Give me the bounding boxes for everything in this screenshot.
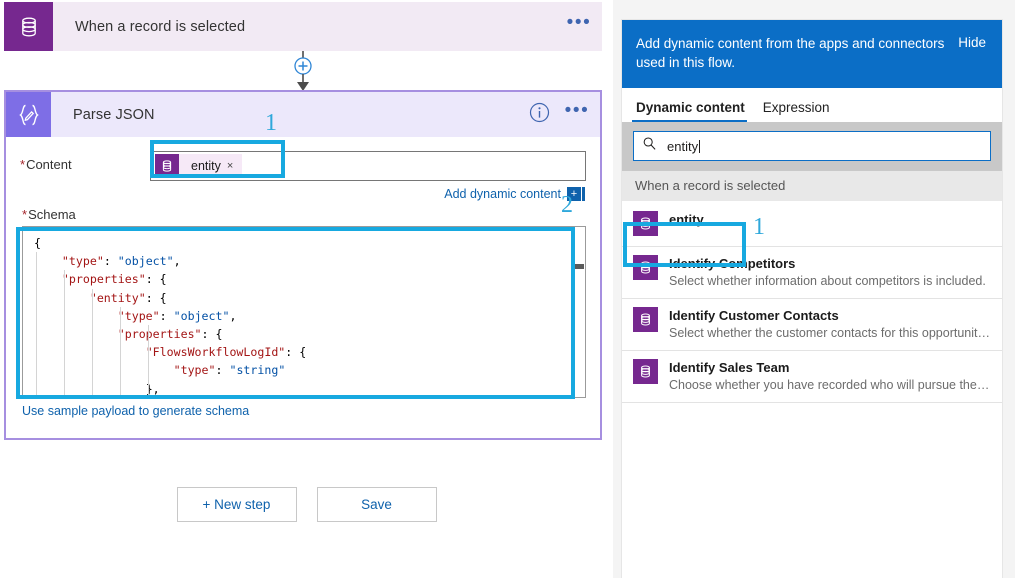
trigger-title: When a record is selected [75, 18, 246, 35]
search-input-value: entity [667, 138, 699, 154]
schema-line: "properties": { [61, 272, 167, 287]
content-field-row: *Content entity × [6, 137, 600, 181]
parse-json-menu-icon[interactable]: ••• [554, 101, 600, 123]
dynamic-content-item-description: Select whether the customer contacts for… [669, 326, 990, 340]
schema-line: "type": "object", [61, 254, 181, 269]
schema-code[interactable]: { "type": "object", "properties": { "ent… [23, 227, 585, 397]
schema-label-text: Schema [28, 207, 76, 222]
dynamic-content-item[interactable]: Identify Customer Contacts Select whether… [622, 299, 1002, 351]
dynamic-content-item-description: Select whether information about competi… [669, 274, 986, 288]
schema-editor-wrap: { "type": "object", "properties": { "ent… [22, 226, 586, 398]
new-step-button[interactable]: + New step [176, 487, 297, 522]
schema-line: "properties": { [117, 327, 223, 342]
dynamic-content-panel: Add dynamic content from the apps and co… [622, 20, 1002, 578]
parse-json-card-header[interactable]: Parse JSON ••• [6, 92, 600, 137]
add-step-connector[interactable] [285, 51, 321, 92]
search-box[interactable]: entity [633, 131, 991, 161]
trigger-card[interactable]: When a record is selected ••• [4, 2, 602, 51]
schema-line: "FlowsWorkflowLogId": { [145, 345, 307, 360]
indent-guide [36, 252, 37, 397]
schema-line: "type": "string" [173, 363, 286, 378]
hide-panel-link[interactable]: Hide [958, 34, 986, 50]
panel-header-text: Add dynamic content from the apps and co… [636, 36, 945, 70]
token-label: entity [191, 159, 221, 173]
schema-field-label: *Schema [6, 201, 600, 226]
required-marker: * [20, 157, 26, 172]
use-sample-payload-link[interactable]: Use sample payload to generate schema [6, 398, 249, 418]
dynamic-content-item-texts: Identify Sales Team Choose whether you ha… [669, 359, 990, 394]
required-marker: * [22, 207, 28, 222]
dynamic-content-item-title: Identify Competitors [669, 256, 796, 271]
dynamic-content-item-texts: Identify Competitors Select whether infor… [669, 255, 990, 290]
text-caret [699, 139, 701, 153]
schema-line: { [34, 236, 41, 250]
add-dynamic-content-plus-icon[interactable]: + [567, 187, 581, 201]
content-input[interactable]: entity × [150, 151, 586, 181]
plus-circle-icon[interactable] [285, 51, 321, 92]
dynamic-content-list: entity Identify Competitors Select whether… [622, 201, 1002, 403]
add-dynamic-content-row: Add dynamic content + [6, 181, 600, 201]
search-icon [642, 136, 657, 156]
dynamic-content-group-header: When a record is selected [622, 171, 1002, 201]
schema-scrollbar-thumb[interactable] [573, 264, 584, 269]
search-input[interactable]: entity [657, 138, 701, 154]
schema-line: "entity": { [89, 290, 167, 305]
dynamic-content-item-texts: Identify Customer Contacts Select whether… [669, 307, 990, 342]
schema-editor[interactable]: { "type": "object", "properties": { "ent… [22, 226, 586, 398]
dynamic-content-item-title: Identify Customer Contacts [669, 308, 839, 323]
dynamic-content-item-title: entity [669, 212, 704, 227]
power-automate-designer-screen: When a record is selected ••• Parse JSON… [0, 0, 1015, 578]
database-icon [633, 359, 658, 384]
indent-guide [119, 306, 121, 397]
dynamic-content-item-title: Identify Sales Team [669, 360, 790, 375]
schema-line: }, [145, 381, 160, 396]
designer-action-buttons: + New step Save [0, 487, 613, 522]
database-icon [4, 2, 53, 51]
parse-json-icon [6, 92, 51, 137]
database-icon [633, 255, 658, 280]
schema-scrollbar[interactable] [571, 227, 585, 397]
info-icon[interactable] [524, 102, 554, 128]
indent-guide [63, 270, 65, 397]
content-field-label: *Content [20, 151, 150, 172]
save-button[interactable]: Save [316, 487, 437, 522]
trigger-menu-icon[interactable]: ••• [556, 13, 602, 35]
add-dynamic-content-caret [582, 187, 585, 201]
dynamic-content-item-description: Choose whether you have recorded who wil… [669, 378, 990, 392]
content-label-text: Content [26, 157, 72, 172]
dynamic-content-item[interactable]: Identify Competitors Select whether infor… [622, 247, 1002, 299]
close-icon[interactable]: × [227, 160, 242, 172]
parse-json-title: Parse JSON [73, 106, 155, 123]
dynamic-content-item-texts: entity [669, 211, 990, 228]
panel-header: Add dynamic content from the apps and co… [622, 20, 1002, 88]
schema-line: "type": "object", [117, 308, 237, 323]
parse-json-card-body: *Content entity × Add dynamic content + … [6, 137, 600, 438]
tab-expression[interactable]: Expression [759, 100, 844, 122]
panel-tabs: Dynamic content Expression [622, 88, 1002, 122]
database-icon [633, 307, 658, 332]
tab-dynamic-content[interactable]: Dynamic content [632, 100, 759, 122]
flow-designer-canvas: When a record is selected ••• Parse JSON… [0, 0, 613, 578]
dynamic-content-token[interactable]: entity × [155, 154, 243, 178]
dynamic-content-item[interactable]: entity [622, 201, 1002, 247]
dynamic-content-item[interactable]: Identify Sales Team Choose whether you ha… [622, 351, 1002, 403]
add-dynamic-content-link[interactable]: Add dynamic content [444, 187, 561, 201]
parse-json-card[interactable]: Parse JSON ••• *Content entity × Add dyn… [4, 90, 602, 440]
indent-guide [147, 325, 149, 397]
indent-guide [91, 288, 93, 397]
search-shell: entity [622, 122, 1002, 171]
database-icon [633, 211, 658, 236]
database-icon [155, 154, 179, 178]
